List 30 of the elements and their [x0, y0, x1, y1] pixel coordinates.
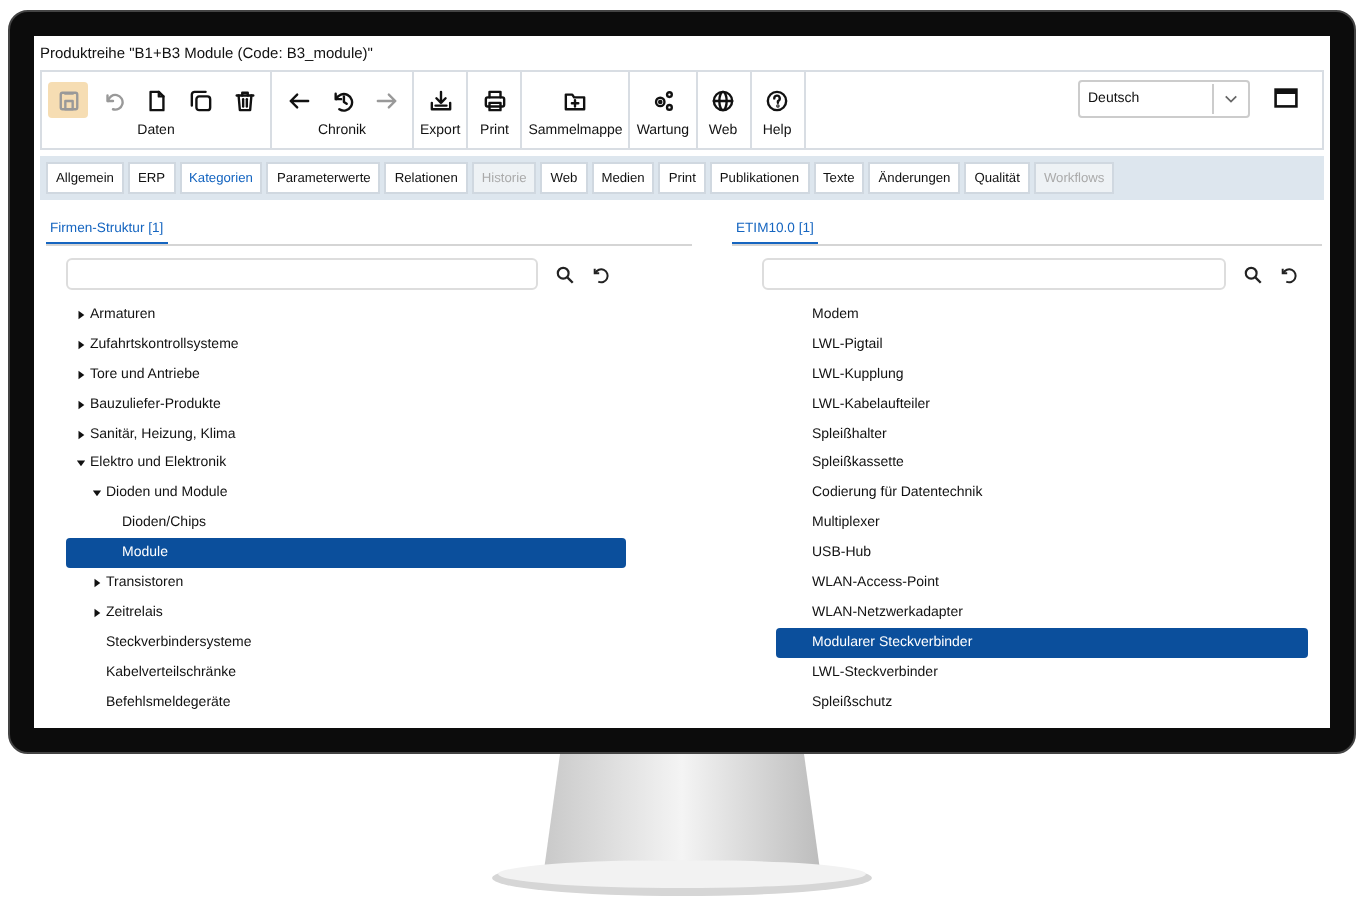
caret-right-icon[interactable] [92, 607, 102, 618]
reset-icon[interactable] [592, 265, 610, 283]
printer-icon [483, 89, 506, 111]
caret-right-icon[interactable] [76, 399, 86, 410]
copy-icon [189, 89, 211, 111]
undo-icon [101, 89, 123, 111]
caret-right-icon[interactable] [76, 309, 86, 320]
caret-right-icon[interactable] [76, 429, 86, 439]
search-field[interactable] [762, 258, 1226, 290]
document-icon [145, 89, 167, 111]
gears-icon [651, 89, 674, 111]
globe-icon [712, 89, 735, 111]
caret-right-icon[interactable] [92, 577, 102, 588]
folder-plus-icon [564, 89, 587, 111]
caret-down-icon[interactable] [76, 458, 86, 469]
reset-icon[interactable] [1280, 265, 1298, 283]
search-icon[interactable] [1244, 265, 1262, 283]
download-tray-icon [429, 89, 452, 111]
trash-icon [233, 89, 255, 111]
search-field[interactable] [66, 258, 538, 290]
caret-right-icon[interactable] [76, 369, 86, 380]
arrow-left-icon [287, 89, 309, 111]
caret-right-icon[interactable] [76, 339, 86, 350]
save-icon [57, 89, 79, 111]
arrow-right-icon [375, 89, 397, 111]
history-icon [331, 89, 353, 111]
window-icon[interactable] [1274, 88, 1298, 108]
caret-down-icon[interactable] [92, 488, 102, 499]
help-icon [766, 89, 789, 111]
search-icon[interactable] [556, 265, 574, 283]
